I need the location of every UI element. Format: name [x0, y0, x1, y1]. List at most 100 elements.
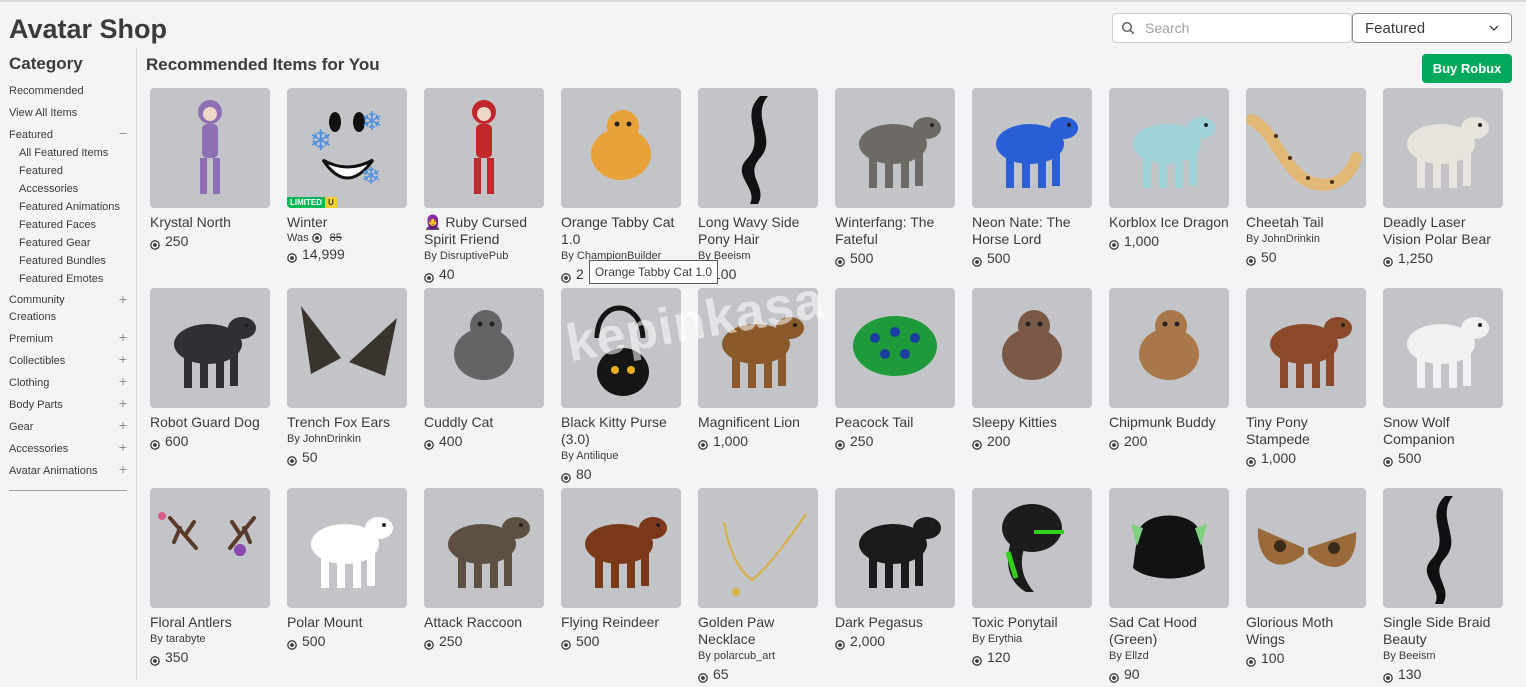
item-thumbnail[interactable]: [972, 488, 1092, 608]
item-creator[interactable]: By Beeism: [1383, 649, 1503, 664]
item-thumbnail[interactable]: [424, 288, 544, 408]
expand-icon[interactable]: +: [119, 374, 127, 388]
item-name[interactable]: Deadly Laser Vision Polar Bear: [1383, 214, 1503, 248]
item-card[interactable]: Trench Fox Ears By JohnDrinkin 50: [287, 288, 407, 466]
item-card[interactable]: Krystal North 250: [150, 88, 270, 250]
expand-icon[interactable]: +: [119, 462, 127, 476]
sidebar-item-community-creations[interactable]: Community Creations: [9, 292, 99, 330]
expand-icon[interactable]: +: [119, 396, 127, 410]
item-name[interactable]: Cheetah Tail: [1246, 214, 1366, 231]
item-thumbnail[interactable]: [698, 88, 818, 208]
item-thumbnail[interactable]: [1109, 288, 1229, 408]
item-card[interactable]: Tiny Pony Stampede 1,000: [1246, 288, 1366, 467]
item-name[interactable]: Golden Paw Necklace: [698, 614, 818, 648]
item-creator[interactable]: By Erythia: [972, 632, 1092, 647]
item-name[interactable]: Neon Nate: The Horse Lord: [972, 214, 1092, 248]
item-thumbnail[interactable]: [698, 488, 818, 608]
item-name[interactable]: Attack Raccoon: [424, 614, 544, 631]
buy-robux-button[interactable]: Buy Robux: [1422, 54, 1512, 83]
item-card[interactable]: Golden Paw Necklace By polarcub_art 65: [698, 488, 818, 683]
item-name[interactable]: Floral Antlers: [150, 614, 270, 631]
item-creator[interactable]: By JohnDrinkin: [287, 432, 407, 447]
sidebar-subitem-featured-bundles[interactable]: Featured Bundles: [9, 252, 127, 270]
item-creator[interactable]: By Ellzd: [1109, 649, 1229, 664]
item-card[interactable]: Toxic Ponytail By Erythia 120: [972, 488, 1092, 666]
item-name[interactable]: Orange Tabby Cat 1.0: [561, 214, 681, 248]
item-name[interactable]: Black Kitty Purse (3.0): [561, 414, 681, 448]
sort-dropdown[interactable]: Featured: [1352, 13, 1512, 43]
sidebar-item-accessories[interactable]: Accessories +: [9, 440, 127, 462]
item-name[interactable]: Single Side Braid Beauty: [1383, 614, 1503, 648]
expand-icon[interactable]: +: [119, 440, 127, 454]
item-card[interactable]: Deadly Laser Vision Polar Bear 1,250: [1383, 88, 1503, 267]
item-thumbnail[interactable]: [835, 88, 955, 208]
item-name[interactable]: Korblox Ice Dragon: [1109, 214, 1229, 231]
item-card[interactable]: ❄ ❄ ❄ LIMITED U Winter Was 85 14,999: [287, 88, 407, 263]
item-thumbnail[interactable]: [835, 288, 955, 408]
item-name[interactable]: Glorious Moth Wings: [1246, 614, 1366, 648]
item-creator[interactable]: By JohnDrinkin: [1246, 232, 1366, 247]
item-card[interactable]: Cheetah Tail By JohnDrinkin 50: [1246, 88, 1366, 266]
item-name[interactable]: Flying Reindeer: [561, 614, 681, 631]
sidebar-subitem-all-featured[interactable]: All Featured Items: [9, 144, 127, 162]
sidebar-subitem-featured-gear[interactable]: Featured Gear: [9, 234, 127, 252]
item-name[interactable]: Dark Pegasus: [835, 614, 955, 631]
item-thumbnail[interactable]: [150, 288, 270, 408]
item-name[interactable]: Peacock Tail: [835, 414, 955, 431]
item-thumbnail[interactable]: [287, 488, 407, 608]
item-card[interactable]: Sleepy Kitties 200: [972, 288, 1092, 450]
expand-icon[interactable]: +: [119, 418, 127, 432]
item-thumbnail[interactable]: [1383, 488, 1503, 608]
sidebar-item-avatar-animations[interactable]: Avatar Animations +: [9, 462, 127, 484]
item-thumbnail[interactable]: [424, 88, 544, 208]
item-card[interactable]: Flying Reindeer 500: [561, 488, 681, 650]
item-thumbnail[interactable]: ❄ ❄ ❄ LIMITED U: [287, 88, 407, 208]
item-thumbnail[interactable]: [561, 88, 681, 208]
search-box[interactable]: [1112, 13, 1352, 43]
item-card[interactable]: Dark Pegasus 2,000: [835, 488, 955, 650]
collapse-icon[interactable]: −: [119, 126, 127, 140]
item-name[interactable]: Magnificent Lion: [698, 414, 818, 431]
item-name[interactable]: Snow Wolf Companion: [1383, 414, 1503, 448]
item-thumbnail[interactable]: [972, 88, 1092, 208]
item-card[interactable]: Neon Nate: The Horse Lord 500: [972, 88, 1092, 267]
sidebar-subitem-featured[interactable]: Featured: [9, 162, 127, 180]
item-name[interactable]: Trench Fox Ears: [287, 414, 407, 431]
item-thumbnail[interactable]: [424, 488, 544, 608]
item-card[interactable]: Floral Antlers By tarabyte 350: [150, 488, 270, 666]
item-card[interactable]: Snow Wolf Companion 500: [1383, 288, 1503, 467]
item-card[interactable]: Orange Tabby Cat 1.0 By ChampionBuilder 2: [561, 88, 681, 283]
item-name[interactable]: Long Wavy Side Pony Hair: [698, 214, 818, 248]
item-card[interactable]: Sad Cat Hood (Green) By Ellzd 90: [1109, 488, 1229, 683]
item-creator[interactable]: By polarcub_art: [698, 649, 818, 664]
sidebar-item-gear[interactable]: Gear +: [9, 418, 127, 440]
item-card[interactable]: Long Wavy Side Pony Hair By Beeism 100: [698, 88, 818, 283]
item-name[interactable]: Chipmunk Buddy: [1109, 414, 1229, 431]
sidebar-item-collectibles[interactable]: Collectibles +: [9, 352, 127, 374]
expand-icon[interactable]: +: [119, 330, 127, 344]
item-thumbnail[interactable]: [1246, 288, 1366, 408]
item-creator[interactable]: By DisruptivePub: [424, 249, 544, 264]
item-thumbnail[interactable]: [150, 488, 270, 608]
item-name[interactable]: Krystal North: [150, 214, 270, 231]
sidebar-subitem-accessories[interactable]: Accessories: [9, 180, 127, 198]
item-name[interactable]: Winter: [287, 214, 407, 231]
item-name[interactable]: Tiny Pony Stampede: [1246, 414, 1366, 448]
sidebar-item-featured[interactable]: Featured −: [9, 126, 127, 144]
item-name[interactable]: Winterfang: The Fateful: [835, 214, 955, 248]
sidebar-item-view-all[interactable]: View All Items: [9, 104, 127, 126]
item-thumbnail[interactable]: [287, 288, 407, 408]
item-name[interactable]: Polar Mount: [287, 614, 407, 631]
item-thumbnail[interactable]: [150, 88, 270, 208]
item-card[interactable]: Chipmunk Buddy 200: [1109, 288, 1229, 450]
item-card[interactable]: Korblox Ice Dragon 1,000: [1109, 88, 1229, 250]
item-name[interactable]: Sleepy Kitties: [972, 414, 1092, 431]
item-thumbnail[interactable]: [1383, 88, 1503, 208]
item-name[interactable]: Toxic Ponytail: [972, 614, 1092, 631]
sidebar-item-clothing[interactable]: Clothing +: [9, 374, 127, 396]
sidebar-community-expand[interactable]: +: [111, 292, 127, 306]
sidebar-subitem-featured-emotes[interactable]: Featured Emotes: [9, 270, 127, 288]
expand-icon[interactable]: +: [119, 352, 127, 366]
item-name[interactable]: Sad Cat Hood (Green): [1109, 614, 1229, 648]
item-thumbnail[interactable]: [1246, 88, 1366, 208]
